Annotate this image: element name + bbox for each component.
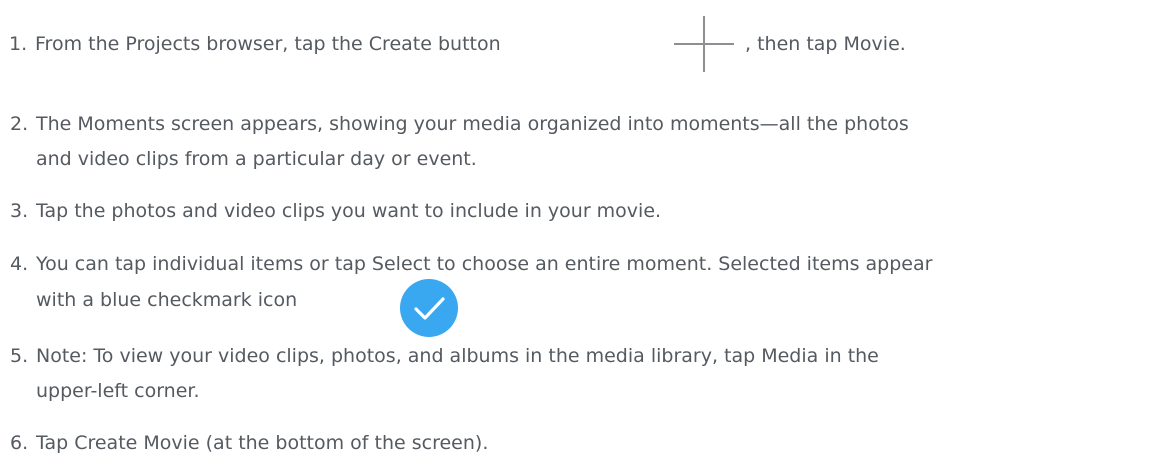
- step-4-line-2: with a blue checkmark icon: [36, 289, 298, 311]
- step-1: 1. From the Projects browser, tap the Cre…: [9, 28, 501, 60]
- step-text: You can tap individual items or tap Sele…: [36, 253, 933, 275]
- step-number: 4.: [10, 253, 29, 275]
- step-number: 1.: [9, 33, 28, 55]
- step-number: 5.: [10, 345, 29, 367]
- step-number: 3.: [10, 200, 29, 222]
- checkmark-icon: [400, 279, 458, 337]
- step-3: 3. Tap the photos and video clips you wan…: [10, 195, 661, 227]
- step-text: Tap the photos and video clips you want …: [36, 200, 662, 222]
- step-2-line-2: and video clips from a particular day or…: [36, 148, 477, 170]
- step-2: 2. The Moments screen appears, showing yo…: [10, 108, 909, 140]
- step-number: 2.: [10, 113, 29, 135]
- step-text: The Moments screen appears, showing your…: [36, 113, 909, 135]
- step-5-line-2: upper-left corner.: [36, 380, 200, 402]
- step-4: 4. You can tap individual items or tap Se…: [10, 248, 932, 280]
- step-5: 5. Note: To view your video clips, photos…: [10, 340, 879, 372]
- step-1-after: , then tap Movie.: [745, 28, 906, 60]
- step-text: Tap Create Movie (at the bottom of the s…: [36, 432, 489, 454]
- step-6: 6. Tap Create Movie (at the bottom of the…: [10, 427, 488, 459]
- step-number: 6.: [10, 432, 29, 454]
- step-text: From the Projects browser, tap the Creat…: [35, 33, 501, 55]
- plus-icon: [674, 16, 734, 72]
- step-text: Note: To view your video clips, photos, …: [36, 345, 879, 367]
- step-text: , then tap Movie.: [745, 33, 906, 55]
